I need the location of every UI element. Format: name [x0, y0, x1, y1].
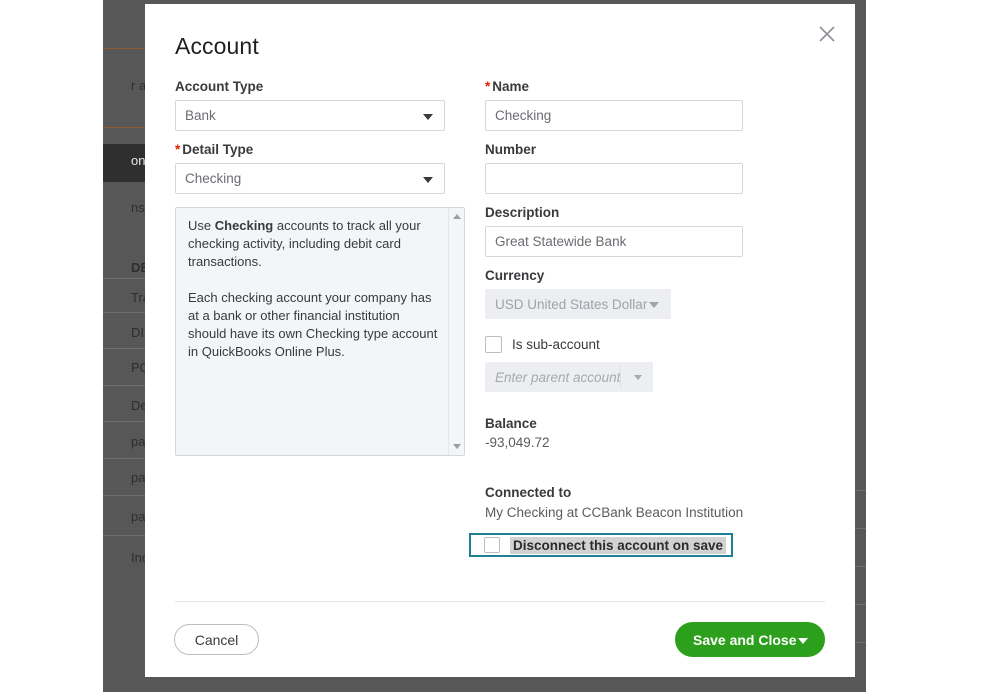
help-p1-prefix: Use: [188, 218, 215, 233]
background-text: ns: [131, 200, 145, 215]
cancel-button[interactable]: Cancel: [174, 624, 259, 655]
account-modal: Account Account Type Bank *Detail Type C…: [145, 4, 855, 677]
help-panel-text: Use Checking accounts to track all your …: [188, 217, 441, 379]
detail-type-label: *Detail Type: [175, 142, 447, 158]
chevron-down-icon: [423, 114, 433, 120]
background-text: pa: [131, 509, 145, 524]
parent-account-placeholder: Enter parent account: [485, 370, 620, 385]
help-paragraph-1: Use Checking accounts to track all your …: [188, 217, 441, 271]
name-label-text: Name: [492, 79, 529, 94]
required-marker: *: [485, 79, 490, 94]
save-and-close-button[interactable]: Save and Close: [675, 622, 825, 657]
currency-value: USD United States Dollar: [486, 297, 647, 312]
chevron-down-icon: [634, 375, 642, 380]
account-type-select[interactable]: Bank: [175, 100, 445, 131]
balance-value: -93,049.72: [485, 435, 745, 450]
is-sub-account-checkbox[interactable]: [485, 336, 502, 353]
detail-type-value: Checking: [176, 171, 241, 186]
required-marker: *: [175, 142, 180, 157]
background-text: pa: [131, 470, 145, 485]
connected-to-label: Connected to: [485, 485, 745, 500]
detail-type-label-text: Detail Type: [182, 142, 253, 157]
detail-type-select[interactable]: Checking: [175, 163, 445, 194]
number-label: Number: [485, 142, 745, 158]
disconnect-account-checkbox[interactable]: [484, 537, 500, 553]
close-icon[interactable]: [811, 18, 843, 50]
account-type-label: Account Type: [175, 79, 447, 95]
is-sub-account-row[interactable]: Is sub-account: [485, 336, 745, 353]
name-input[interactable]: [485, 100, 743, 131]
description-label: Description: [485, 205, 745, 221]
chevron-down-icon[interactable]: [798, 638, 808, 644]
help-panel-scrollbar[interactable]: [448, 208, 464, 455]
number-input[interactable]: [485, 163, 743, 194]
account-type-value: Bank: [176, 108, 216, 123]
screen: r a on ns DE Tra DI PO De pa pa pa Inc 2…: [0, 0, 999, 692]
detail-type-help-panel: Use Checking accounts to track all your …: [175, 207, 465, 456]
background-text: DI: [131, 325, 144, 340]
background-text: r a: [131, 78, 146, 93]
balance-label: Balance: [485, 416, 745, 431]
help-paragraph-2: Each checking account your company has a…: [188, 289, 441, 361]
disconnect-account-label: Disconnect this account on save: [510, 537, 726, 554]
background-text: on: [131, 153, 145, 168]
disconnect-account-row[interactable]: Disconnect this account on save: [469, 533, 733, 557]
currency-label: Currency: [485, 268, 745, 284]
help-p1-bold: Checking: [215, 218, 274, 233]
parent-account-select: Enter parent account: [485, 362, 653, 392]
footer-divider: [175, 601, 825, 602]
description-input[interactable]: [485, 226, 743, 257]
form-left-column: Account Type Bank *Detail Type Checking: [175, 79, 447, 194]
page-title: Account: [175, 33, 259, 60]
currency-select: USD United States Dollar: [485, 289, 671, 319]
scroll-down-icon[interactable]: [453, 444, 461, 449]
name-label: *Name: [485, 79, 745, 95]
background-text: pa: [131, 434, 145, 449]
save-and-close-label: Save and Close: [693, 632, 797, 648]
is-sub-account-label: Is sub-account: [512, 337, 600, 352]
connected-to-value: My Checking at CCBank Beacon Institution: [485, 505, 745, 520]
chevron-down-icon: [423, 177, 433, 183]
form-right-column: *Name Number Description Currency USD Un…: [485, 79, 745, 520]
scroll-up-icon[interactable]: [453, 214, 461, 219]
chevron-down-icon: [649, 302, 659, 308]
parent-account-divider: [620, 365, 621, 389]
